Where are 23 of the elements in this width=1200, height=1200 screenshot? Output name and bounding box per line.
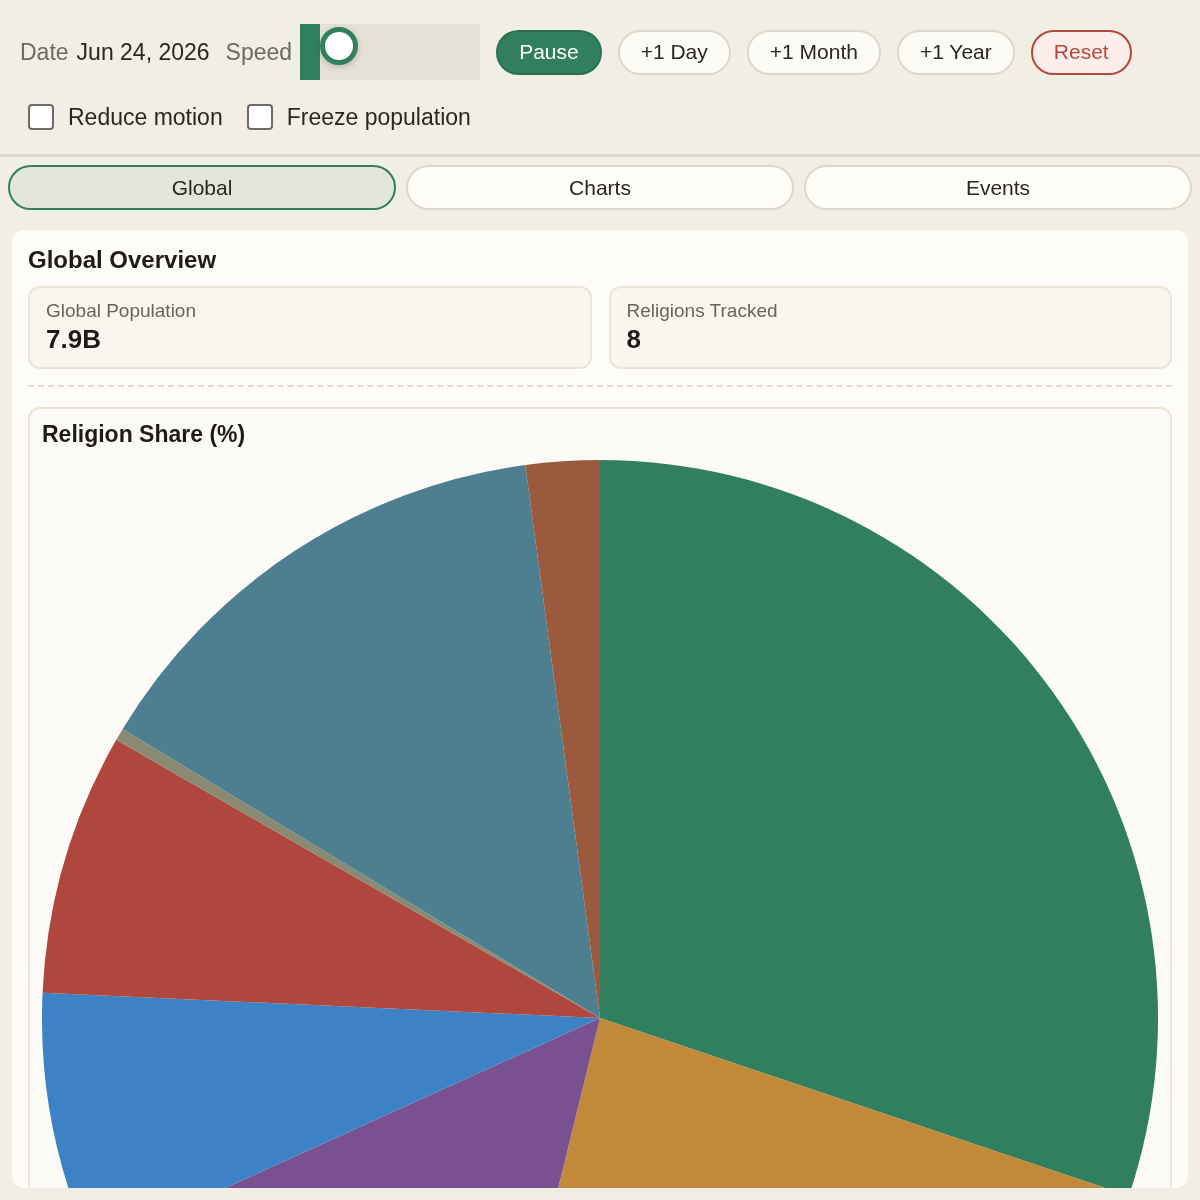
speed-slider[interactable] [300, 24, 481, 80]
panel-title: Global Overview [28, 246, 218, 274]
tab[interactable]: Global [8, 165, 396, 210]
pause-button[interactable]: Pause [496, 29, 602, 75]
reset-button[interactable]: Reset [1030, 29, 1132, 75]
step-button[interactable]: +1 Day [617, 29, 731, 75]
tab[interactable]: Events [804, 165, 1192, 210]
stat-value: 8 [626, 324, 642, 355]
tab[interactable]: Charts [406, 165, 794, 210]
step-button[interactable]: +1 Year [896, 29, 1015, 75]
slider-thumb[interactable] [319, 27, 358, 65]
date-label: Date [20, 38, 69, 66]
checkbox-label: Freeze population [286, 103, 471, 131]
checkbox[interactable] [28, 104, 54, 130]
stat-label: Religions Tracked [626, 300, 779, 322]
date-value: Jun 24, 2026 [76, 38, 210, 66]
chart-title: Religion Share (%) [42, 421, 247, 448]
speed-label: Speed [225, 38, 293, 66]
stat-value: 7.9B [46, 324, 102, 355]
step-button[interactable]: +1 Month [746, 29, 881, 75]
stat-label: Global Population [46, 300, 197, 322]
checkbox-label: Reduce motion [68, 103, 223, 131]
checkbox[interactable] [246, 104, 273, 130]
